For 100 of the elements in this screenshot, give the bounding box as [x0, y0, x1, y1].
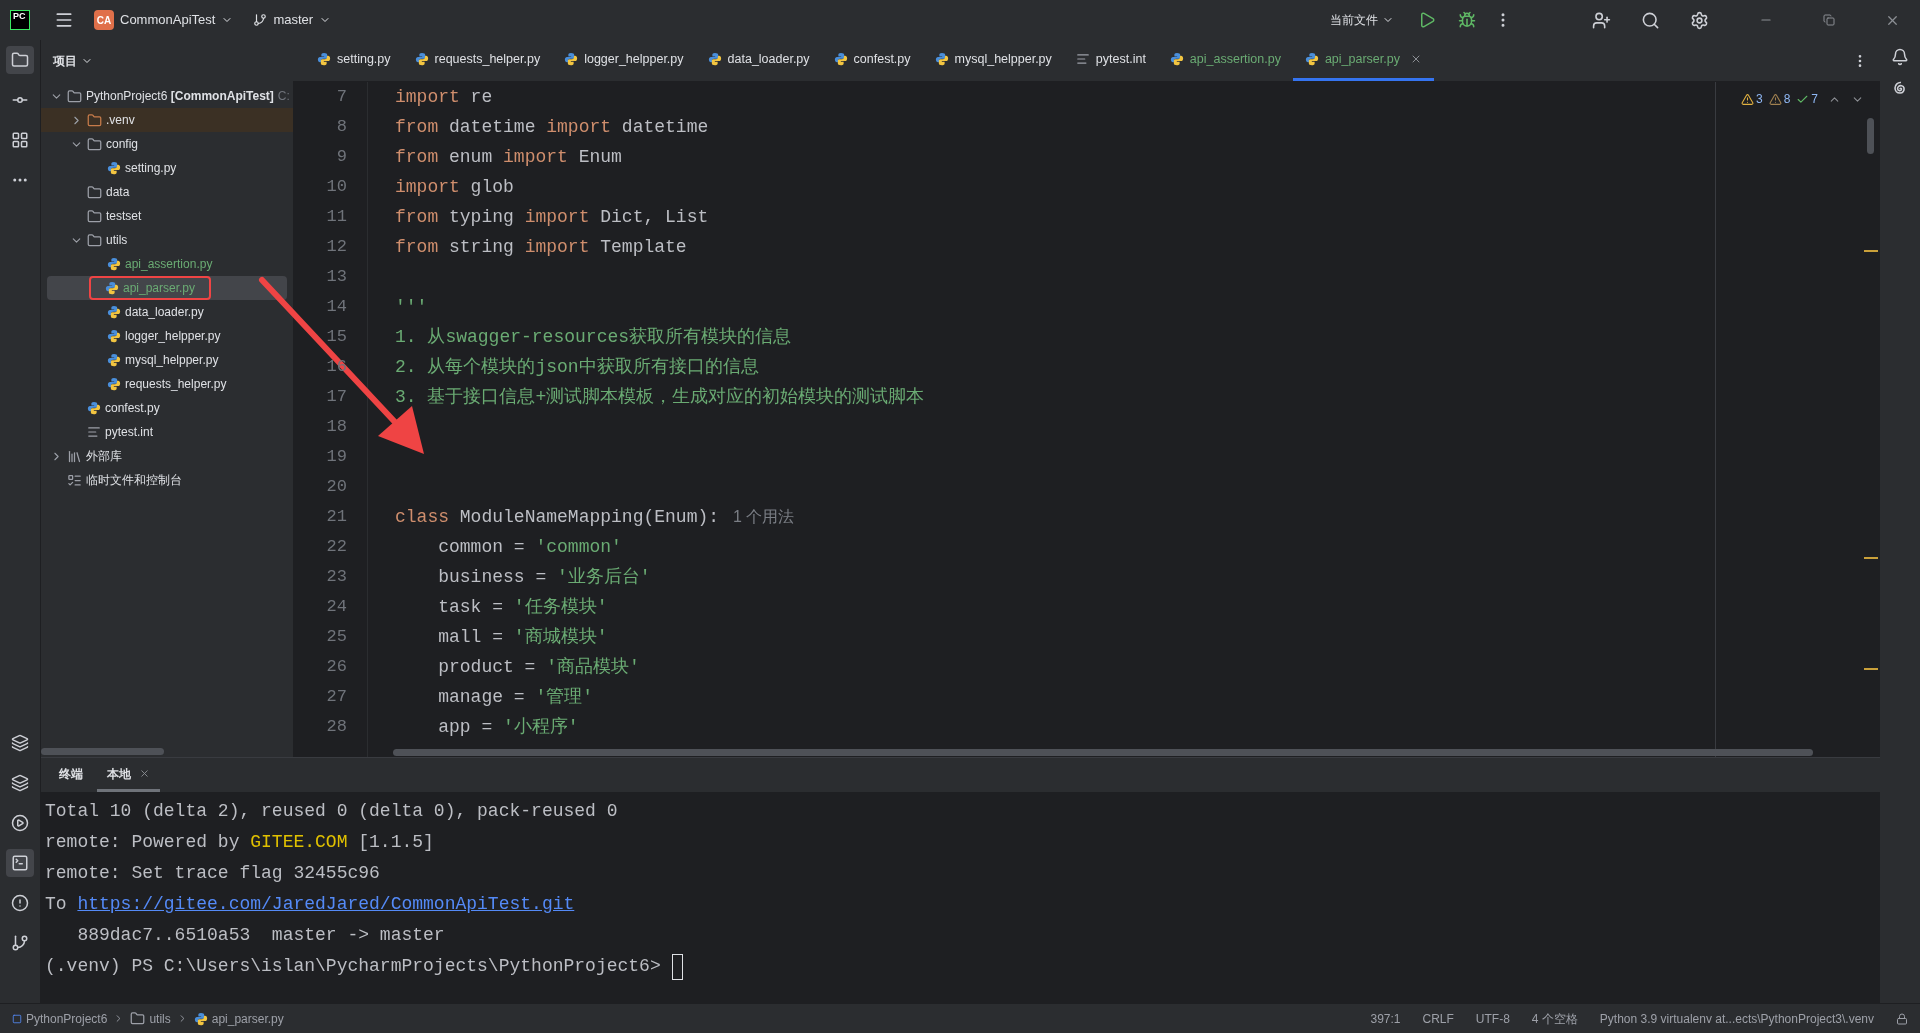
- python-file-icon: [1304, 52, 1319, 66]
- tree-item[interactable]: requests_helper.py: [41, 372, 293, 396]
- line-number: 8: [336, 116, 347, 139]
- settings-icon[interactable]: [1690, 10, 1709, 30]
- item-label: api_parser.py: [123, 280, 196, 297]
- restore-icon[interactable]: [1823, 14, 1835, 26]
- editor-tab[interactable]: setting.py: [305, 40, 403, 81]
- code-line: class ModuleNameMapping(Enum): 1 个用法: [395, 505, 795, 529]
- code-line: ''': [395, 295, 428, 319]
- tree-item[interactable]: api_parser.py: [47, 276, 287, 300]
- status-item[interactable]: 4 个空格: [1531, 1009, 1578, 1028]
- text-file-icon: [1075, 52, 1090, 66]
- search-icon[interactable]: [1641, 10, 1660, 30]
- item-label: config: [106, 136, 139, 153]
- editor-tab[interactable]: api_assertion.py: [1157, 40, 1293, 81]
- add-user-icon[interactable]: [1592, 10, 1611, 30]
- editor-tab[interactable]: confest.py: [821, 40, 923, 81]
- python-file-icon: [107, 305, 121, 319]
- tree-item[interactable]: 临时文件和控制台: [41, 468, 293, 492]
- project-badge: CA: [94, 10, 114, 30]
- warnings-count[interactable]: 3: [1740, 90, 1763, 108]
- folder-icon: [87, 136, 102, 152]
- line-number: 28: [326, 716, 347, 739]
- python-file-icon: [105, 281, 119, 295]
- code-line: import glob: [395, 175, 514, 199]
- tree-item[interactable]: logger_helpper.py: [41, 324, 293, 348]
- status-item[interactable]: Python 3.9 virtualenv at...ects\PythonProject3\.venv: [1599, 1009, 1874, 1028]
- python-file-icon: [934, 52, 949, 66]
- tree-item[interactable]: PythonProject6 [CommonApiTest] C:: [41, 84, 293, 108]
- python-file-icon: [1169, 52, 1184, 66]
- terminal-line: remote: Set trace flag 32455c96: [45, 862, 380, 885]
- breadcrumb[interactable]: utils: [130, 1009, 171, 1028]
- run-config-selector[interactable]: 当前文件: [1330, 11, 1394, 29]
- weak-warnings-count[interactable]: 8: [1768, 90, 1791, 108]
- terminal-tool-icon[interactable]: [6, 849, 34, 877]
- tree-item[interactable]: utils: [41, 228, 293, 252]
- app-logo: PC: [10, 10, 30, 30]
- breadcrumb[interactable]: api_parser.py: [193, 1009, 284, 1028]
- close-tab-icon[interactable]: [139, 768, 150, 779]
- typos-count[interactable]: 7: [1796, 90, 1818, 108]
- warning-icon: [1768, 92, 1782, 106]
- scratch-icon: [67, 472, 82, 488]
- item-label: utils: [106, 232, 128, 249]
- editor-tab[interactable]: data_loader.py: [695, 40, 822, 81]
- code-line: import re: [395, 85, 493, 109]
- python-file-icon: [193, 1011, 208, 1026]
- menu-icon[interactable]: [54, 10, 74, 30]
- item-label: data_loader.py: [125, 304, 204, 321]
- editor-tab[interactable]: requests_helper.py: [402, 40, 553, 81]
- panel-title[interactable]: 终端: [49, 758, 93, 792]
- status-item[interactable]: UTF-8: [1475, 1009, 1510, 1028]
- python-file-icon: [833, 52, 848, 66]
- tree-item[interactable]: .venv: [41, 108, 293, 132]
- status-item[interactable]: CRLF: [1422, 1009, 1454, 1028]
- project-switcher[interactable]: CA CommonApiTest: [94, 10, 234, 30]
- editor-tab[interactable]: pytest.int: [1063, 40, 1158, 81]
- tree-item[interactable]: config: [41, 132, 293, 156]
- branch-switcher[interactable]: master: [253, 10, 332, 30]
- code-line: from datetime import datetime: [395, 115, 709, 139]
- folder-icon: [87, 208, 102, 224]
- line-number: 20: [326, 476, 347, 499]
- folder-icon: [87, 184, 102, 200]
- item-label: PythonProject6 [CommonApiTest]: [86, 88, 274, 105]
- panel-title[interactable]: 项目: [53, 52, 93, 70]
- item-label: 临时文件和控制台: [86, 472, 182, 489]
- tree-item[interactable]: testset: [41, 204, 293, 228]
- editor-tab[interactable]: mysql_helpper.py: [922, 40, 1064, 81]
- notifications-icon[interactable]: [1891, 48, 1909, 66]
- line-number: 12: [326, 236, 347, 259]
- line-number: 7: [336, 86, 347, 109]
- code-line: mall = '商城模块': [437, 625, 608, 649]
- vertical-scrollbar[interactable]: [1867, 118, 1874, 154]
- project-tool-icon[interactable]: [6, 46, 34, 74]
- line-number: 26: [326, 656, 347, 679]
- code-line: 2. 从每个模块的json中获取所有接口的信息: [395, 355, 759, 379]
- tree-item[interactable]: data: [41, 180, 293, 204]
- tree-item[interactable]: confest.py: [41, 396, 293, 420]
- tree-item[interactable]: mysql_helpper.py: [41, 348, 293, 372]
- editor-tab[interactable]: logger_helpper.py: [552, 40, 696, 81]
- code-line: from typing import Dict, List: [395, 205, 709, 229]
- python-file-icon: [107, 353, 121, 367]
- horizontal-scrollbar[interactable]: [393, 749, 1813, 756]
- tree-item[interactable]: data_loader.py: [41, 300, 293, 324]
- status-item[interactable]: 397:1: [1370, 1009, 1401, 1028]
- tree-item[interactable]: 外部库: [41, 444, 293, 468]
- item-label: mysql_helpper.py: [125, 352, 219, 369]
- line-number: 27: [326, 686, 347, 709]
- breadcrumb[interactable]: PythonProject6: [12, 1009, 108, 1028]
- code-line: common = 'common': [437, 535, 622, 559]
- python-file-icon: [707, 52, 722, 66]
- text-file-icon: [87, 425, 101, 439]
- tree-item[interactable]: setting.py: [41, 156, 293, 180]
- tree-item[interactable]: pytest.int: [41, 420, 293, 444]
- terminal-tab[interactable]: 本地: [97, 758, 160, 792]
- item-label: 外部库: [86, 448, 122, 465]
- run-icon[interactable]: [1418, 11, 1436, 29]
- debug-icon[interactable]: [1458, 11, 1476, 29]
- lock-icon[interactable]: [1896, 1012, 1908, 1025]
- tree-item[interactable]: api_assertion.py: [41, 252, 293, 276]
- horizontal-scrollbar[interactable]: [41, 748, 164, 755]
